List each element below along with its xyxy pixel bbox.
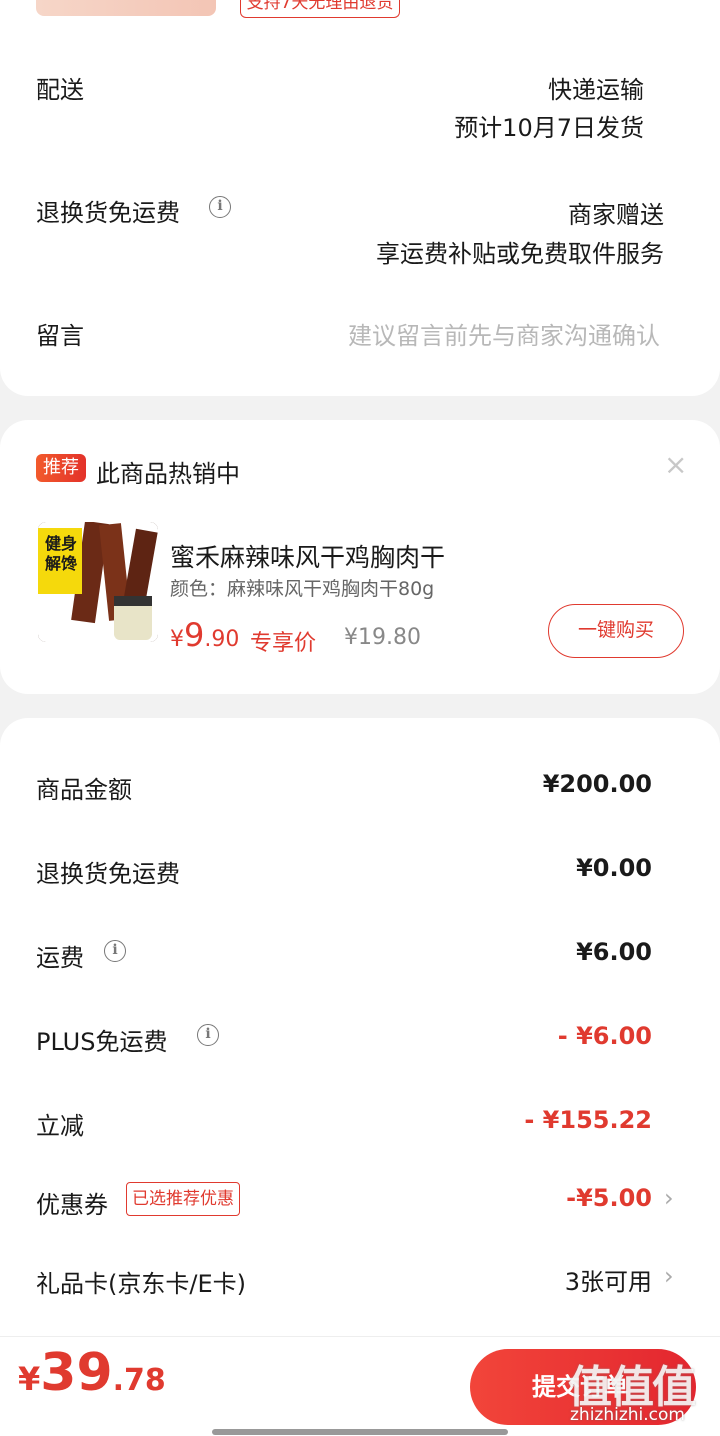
total-integer: 39 (40, 1343, 113, 1403)
coupon-label[interactable]: 优惠券 (36, 1185, 108, 1220)
thumb-label: 健身解馋 (44, 534, 77, 573)
close-icon[interactable]: × (664, 448, 687, 481)
exclusive-price-label: 专享价 (250, 631, 317, 656)
info-icon[interactable]: i (209, 196, 231, 218)
recommend-title: 此商品热销中 (96, 460, 240, 488)
amount-card: 商品金额 ¥200.00 退换货免运费 ¥0.00 运费 i ¥6.00 PLU… (0, 718, 720, 1358)
plus-free-value: - ¥6.00 (557, 1022, 652, 1050)
freight-label: 运费 (36, 944, 84, 972)
return-freight-label: 退换货免运费 (36, 199, 180, 227)
goods-amount-label: 商品金额 (36, 776, 132, 804)
message-input[interactable]: 建议留言前先与商家沟通确认 (348, 316, 660, 351)
gift-card-label[interactable]: 礼品卡(京东卡/E卡) (36, 1264, 246, 1299)
delivery-estimate: 预计10月7日发货 (454, 114, 644, 142)
return-freight-desc: 享运费补贴或免费取件服务 (376, 240, 664, 268)
total-price: ¥39.78 (18, 1343, 166, 1403)
total-currency: ¥ (18, 1360, 41, 1398)
gift-card-value[interactable]: 3张可用 (565, 1262, 652, 1297)
goods-amount-value: ¥200.00 (542, 770, 652, 798)
recommend-badge: 推荐 (36, 454, 86, 482)
discount-value: - ¥155.22 (524, 1106, 652, 1134)
plus-free-label: PLUS免运费 (36, 1028, 168, 1056)
plus-info-icon[interactable]: i (197, 1024, 219, 1046)
product-image-partial (36, 0, 216, 16)
one-click-buy-button[interactable]: 一键购买 (548, 604, 684, 658)
return-policy-tag: 支持7天无理由退货 (240, 0, 400, 18)
freight-value: ¥6.00 (576, 938, 652, 966)
product-thumbnail[interactable]: 健身解馋 (38, 522, 158, 642)
price-currency: ¥ (170, 627, 184, 652)
price-integer: 9 (184, 616, 205, 654)
original-price: ¥19.80 (344, 625, 421, 650)
delivery-method: 快递运输 (548, 76, 644, 104)
discount-label: 立减 (36, 1112, 84, 1140)
message-label: 留言 (36, 322, 84, 350)
site-watermark-url: zhizhizhi.com (570, 1405, 685, 1425)
return-freight-amount-label: 退换货免运费 (36, 860, 180, 888)
exclusive-price: ¥9.90 (170, 616, 239, 654)
chevron-right-icon[interactable]: › (664, 1262, 674, 1290)
coupon-value[interactable]: -¥5.00 (566, 1184, 652, 1212)
coupon-recommend-tag: 已选推荐优惠 (126, 1182, 240, 1216)
delivery-card: 支持7天无理由退货 配送 快递运输 预计10月7日发货 退换货免运费 i 商家赠… (0, 0, 720, 396)
home-indicator (212, 1429, 508, 1435)
recommend-card: 推荐 此商品热销中 × 健身解馋 蜜禾麻辣味风干鸡胸肉干 颜色：麻辣味风干鸡胸肉… (0, 420, 720, 694)
chevron-right-icon[interactable]: › (664, 1184, 674, 1212)
price-decimal: .90 (204, 627, 240, 652)
return-freight-amount-value: ¥0.00 (576, 854, 652, 882)
bottom-bar: ¥39.78 提交订单 值值值 zhizhizhi.com (0, 1336, 720, 1436)
product-spec: 颜色：麻辣味风干鸡胸肉干80g (170, 578, 435, 600)
freight-info-icon[interactable]: i (104, 940, 126, 962)
product-name[interactable]: 蜜禾麻辣味风干鸡胸肉干 (170, 538, 445, 574)
total-decimal: .78 (112, 1363, 166, 1398)
return-freight-provider: 商家赠送 (568, 201, 664, 229)
delivery-label: 配送 (36, 76, 84, 104)
